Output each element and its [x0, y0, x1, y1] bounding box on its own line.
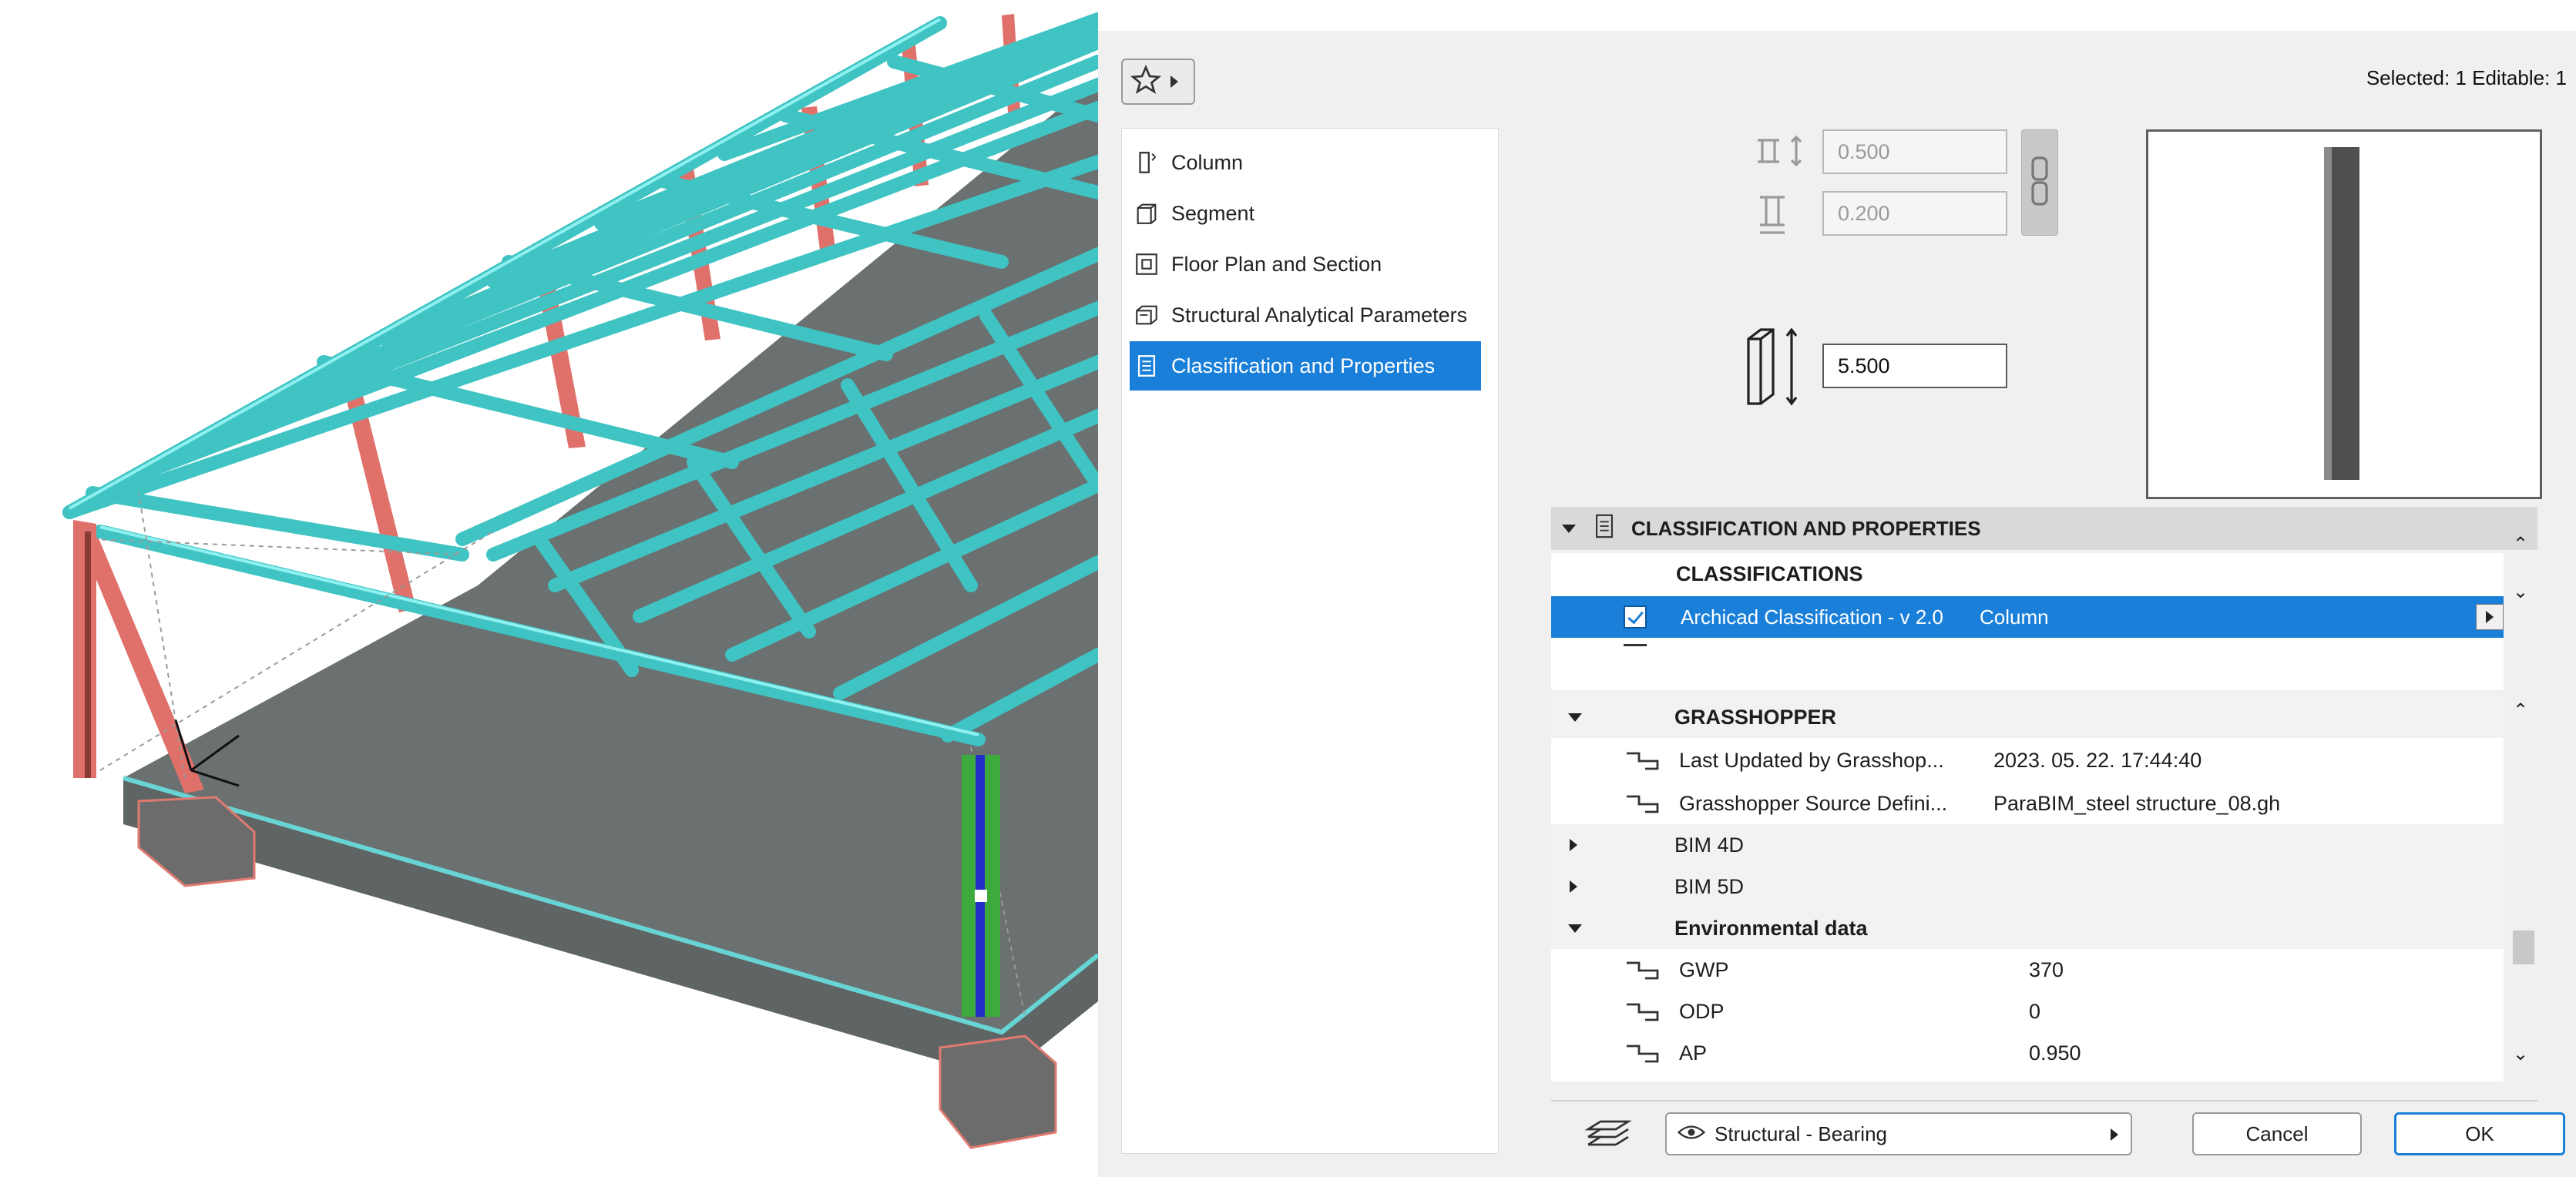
star-icon: [1130, 64, 1162, 99]
property-name: ODP: [1679, 999, 1725, 1023]
collapse-arrow-icon: [1568, 713, 1582, 722]
ok-button[interactable]: OK: [2394, 1112, 2565, 1155]
depth-field[interactable]: 0.200: [1822, 191, 2007, 236]
nav-item-classification[interactable]: Classification and Properties: [1130, 341, 1481, 391]
favorites-button[interactable]: [1121, 59, 1195, 105]
structural-analytical-icon: [1133, 301, 1160, 329]
layer-name: Structural - Bearing: [1715, 1122, 1887, 1145]
nav-item-label: Floor Plan and Section: [1171, 252, 1382, 276]
nav-item-column[interactable]: Column: [1130, 138, 1481, 187]
collapse-arrow-icon: [1562, 524, 1576, 533]
property-link-icon: [1627, 752, 1659, 770]
settings-tree-panel: Column Segment Floor Plan and Section St…: [1121, 128, 1499, 1154]
cancel-button[interactable]: Cancel: [2192, 1112, 2362, 1155]
group-row-environmental[interactable]: Environmental data: [1551, 907, 2504, 949]
selection-settings-dialog: Selected: 1 Editable: 1 Column Segment F…: [1098, 31, 2576, 1177]
depth-dimension-icon: [1753, 191, 1792, 241]
footing-right: [939, 1034, 1057, 1149]
property-name: Grasshopper Source Defini...: [1679, 791, 1948, 815]
nav-item-structural-analytical[interactable]: Structural Analytical Parameters: [1130, 290, 1481, 340]
classification-system: Archicad Classification - v 2.0: [1681, 605, 1944, 629]
classification-section-header[interactable]: CLASSIFICATION AND PROPERTIES: [1551, 507, 2537, 550]
scroll-up-arrow-icon[interactable]: ⌃: [2513, 533, 2528, 555]
property-value: 0.950: [2029, 1041, 2081, 1065]
layer-select[interactable]: Structural - Bearing: [1665, 1112, 2132, 1155]
property-row[interactable]: AP 0.950: [1551, 1032, 2504, 1074]
property-link-icon: [1627, 1045, 1659, 1063]
classification-checkbox[interactable]: [1624, 605, 1647, 629]
segment-icon: [1133, 200, 1160, 227]
classification-value: Column: [1980, 605, 2049, 629]
group-name: BIM 4D: [1674, 833, 1745, 857]
floor-plan-icon: [1133, 250, 1160, 278]
3d-model-render: [62, 12, 1098, 1149]
classification-icon: [1593, 513, 1616, 545]
classification-picker-button[interactable]: [2476, 604, 2504, 630]
property-name: GWP: [1679, 957, 1729, 981]
column-preview: [2146, 129, 2542, 499]
property-value: 0: [2029, 999, 2041, 1023]
footer-divider: [1551, 1100, 2537, 1102]
group-row-bim5d[interactable]: BIM 5D: [1551, 866, 2504, 907]
group-row-grasshopper[interactable]: GRASSHOPPER: [1551, 696, 2504, 738]
eye-icon: [1677, 1122, 1706, 1146]
next-row-checkbox-edge: [1624, 644, 1647, 651]
property-link-icon: [1627, 961, 1659, 980]
expand-arrow-icon: [1570, 839, 1577, 851]
group-name: GRASSHOPPER: [1674, 705, 1837, 729]
scroll-down-arrow-icon[interactable]: ⌄: [2513, 581, 2528, 603]
property-row[interactable]: Grasshopper Source Defini... ParaBIM_ste…: [1551, 783, 2504, 824]
width-dimension-icon: [1753, 132, 1812, 173]
property-name: Last Updated by Grasshop...: [1679, 748, 1944, 772]
property-row[interactable]: GWP 370: [1551, 949, 2504, 991]
nav-item-segment[interactable]: Segment: [1130, 189, 1481, 238]
property-value: 2023. 05. 22. 17:44:40: [1993, 748, 2202, 772]
property-row[interactable]: Last Updated by Grasshop... 2023. 05. 22…: [1551, 739, 2504, 781]
scrollbar-thumb[interactable]: [2513, 931, 2534, 964]
property-row[interactable]: ODP 0: [1551, 991, 2504, 1032]
properties-scrollbar[interactable]: ⌃ ⌄: [2508, 696, 2536, 1081]
height-field[interactable]: 5.500: [1822, 344, 2007, 388]
classifications-heading: CLASSIFICATIONS: [1676, 562, 1863, 585]
group-name: BIM 5D: [1674, 874, 1745, 898]
properties-list: GRASSHOPPER Last Updated by Grasshop... …: [1551, 696, 2504, 1081]
property-value: ParaBIM_steel structure_08.gh: [1993, 791, 2281, 815]
property-link-icon: [1627, 795, 1659, 813]
nav-item-label: Classification and Properties: [1171, 354, 1436, 377]
property-link-icon: [1627, 1003, 1659, 1021]
width-field[interactable]: 0.500: [1822, 129, 2007, 174]
link-dimensions-button[interactable]: [2021, 129, 2058, 236]
property-name: AP: [1679, 1041, 1708, 1065]
nav-item-label: Column: [1171, 150, 1244, 174]
property-value: 370: [2029, 957, 2064, 981]
selected-column: [962, 755, 1000, 1017]
group-row-bim4d[interactable]: BIM 4D: [1551, 824, 2504, 866]
nav-item-label: Structural Analytical Parameters: [1171, 303, 1468, 327]
classification-row[interactable]: Archicad Classification - v 2.0 Column: [1551, 596, 2504, 638]
classification-icon: [1133, 352, 1160, 380]
scroll-down-arrow-icon[interactable]: ⌄: [2513, 1043, 2528, 1065]
group-name: Environmental data: [1674, 916, 1868, 940]
section-title: CLASSIFICATION AND PROPERTIES: [1631, 516, 1981, 540]
nav-item-label: Segment: [1171, 201, 1255, 225]
classifications-list: CLASSIFICATIONS Archicad Classification …: [1551, 553, 2504, 690]
nav-item-floor-plan[interactable]: Floor Plan and Section: [1130, 240, 1481, 289]
expand-arrow-icon: [1570, 880, 1577, 893]
scroll-up-arrow-icon[interactable]: ⌃: [2513, 699, 2528, 722]
favorites-dropdown-arrow-icon: [1170, 75, 1178, 88]
selection-info: Selected: 1 Editable: 1: [2366, 66, 2567, 89]
3d-viewport[interactable]: [0, 0, 1098, 1177]
layers-icon: [1584, 1117, 1632, 1151]
column-icon: [1133, 149, 1160, 176]
collapse-arrow-icon: [1568, 924, 1582, 933]
height-dimension-icon: [1742, 324, 1812, 412]
chain-link-icon: [2031, 156, 2048, 206]
dropdown-arrow-icon: [2111, 1128, 2118, 1141]
